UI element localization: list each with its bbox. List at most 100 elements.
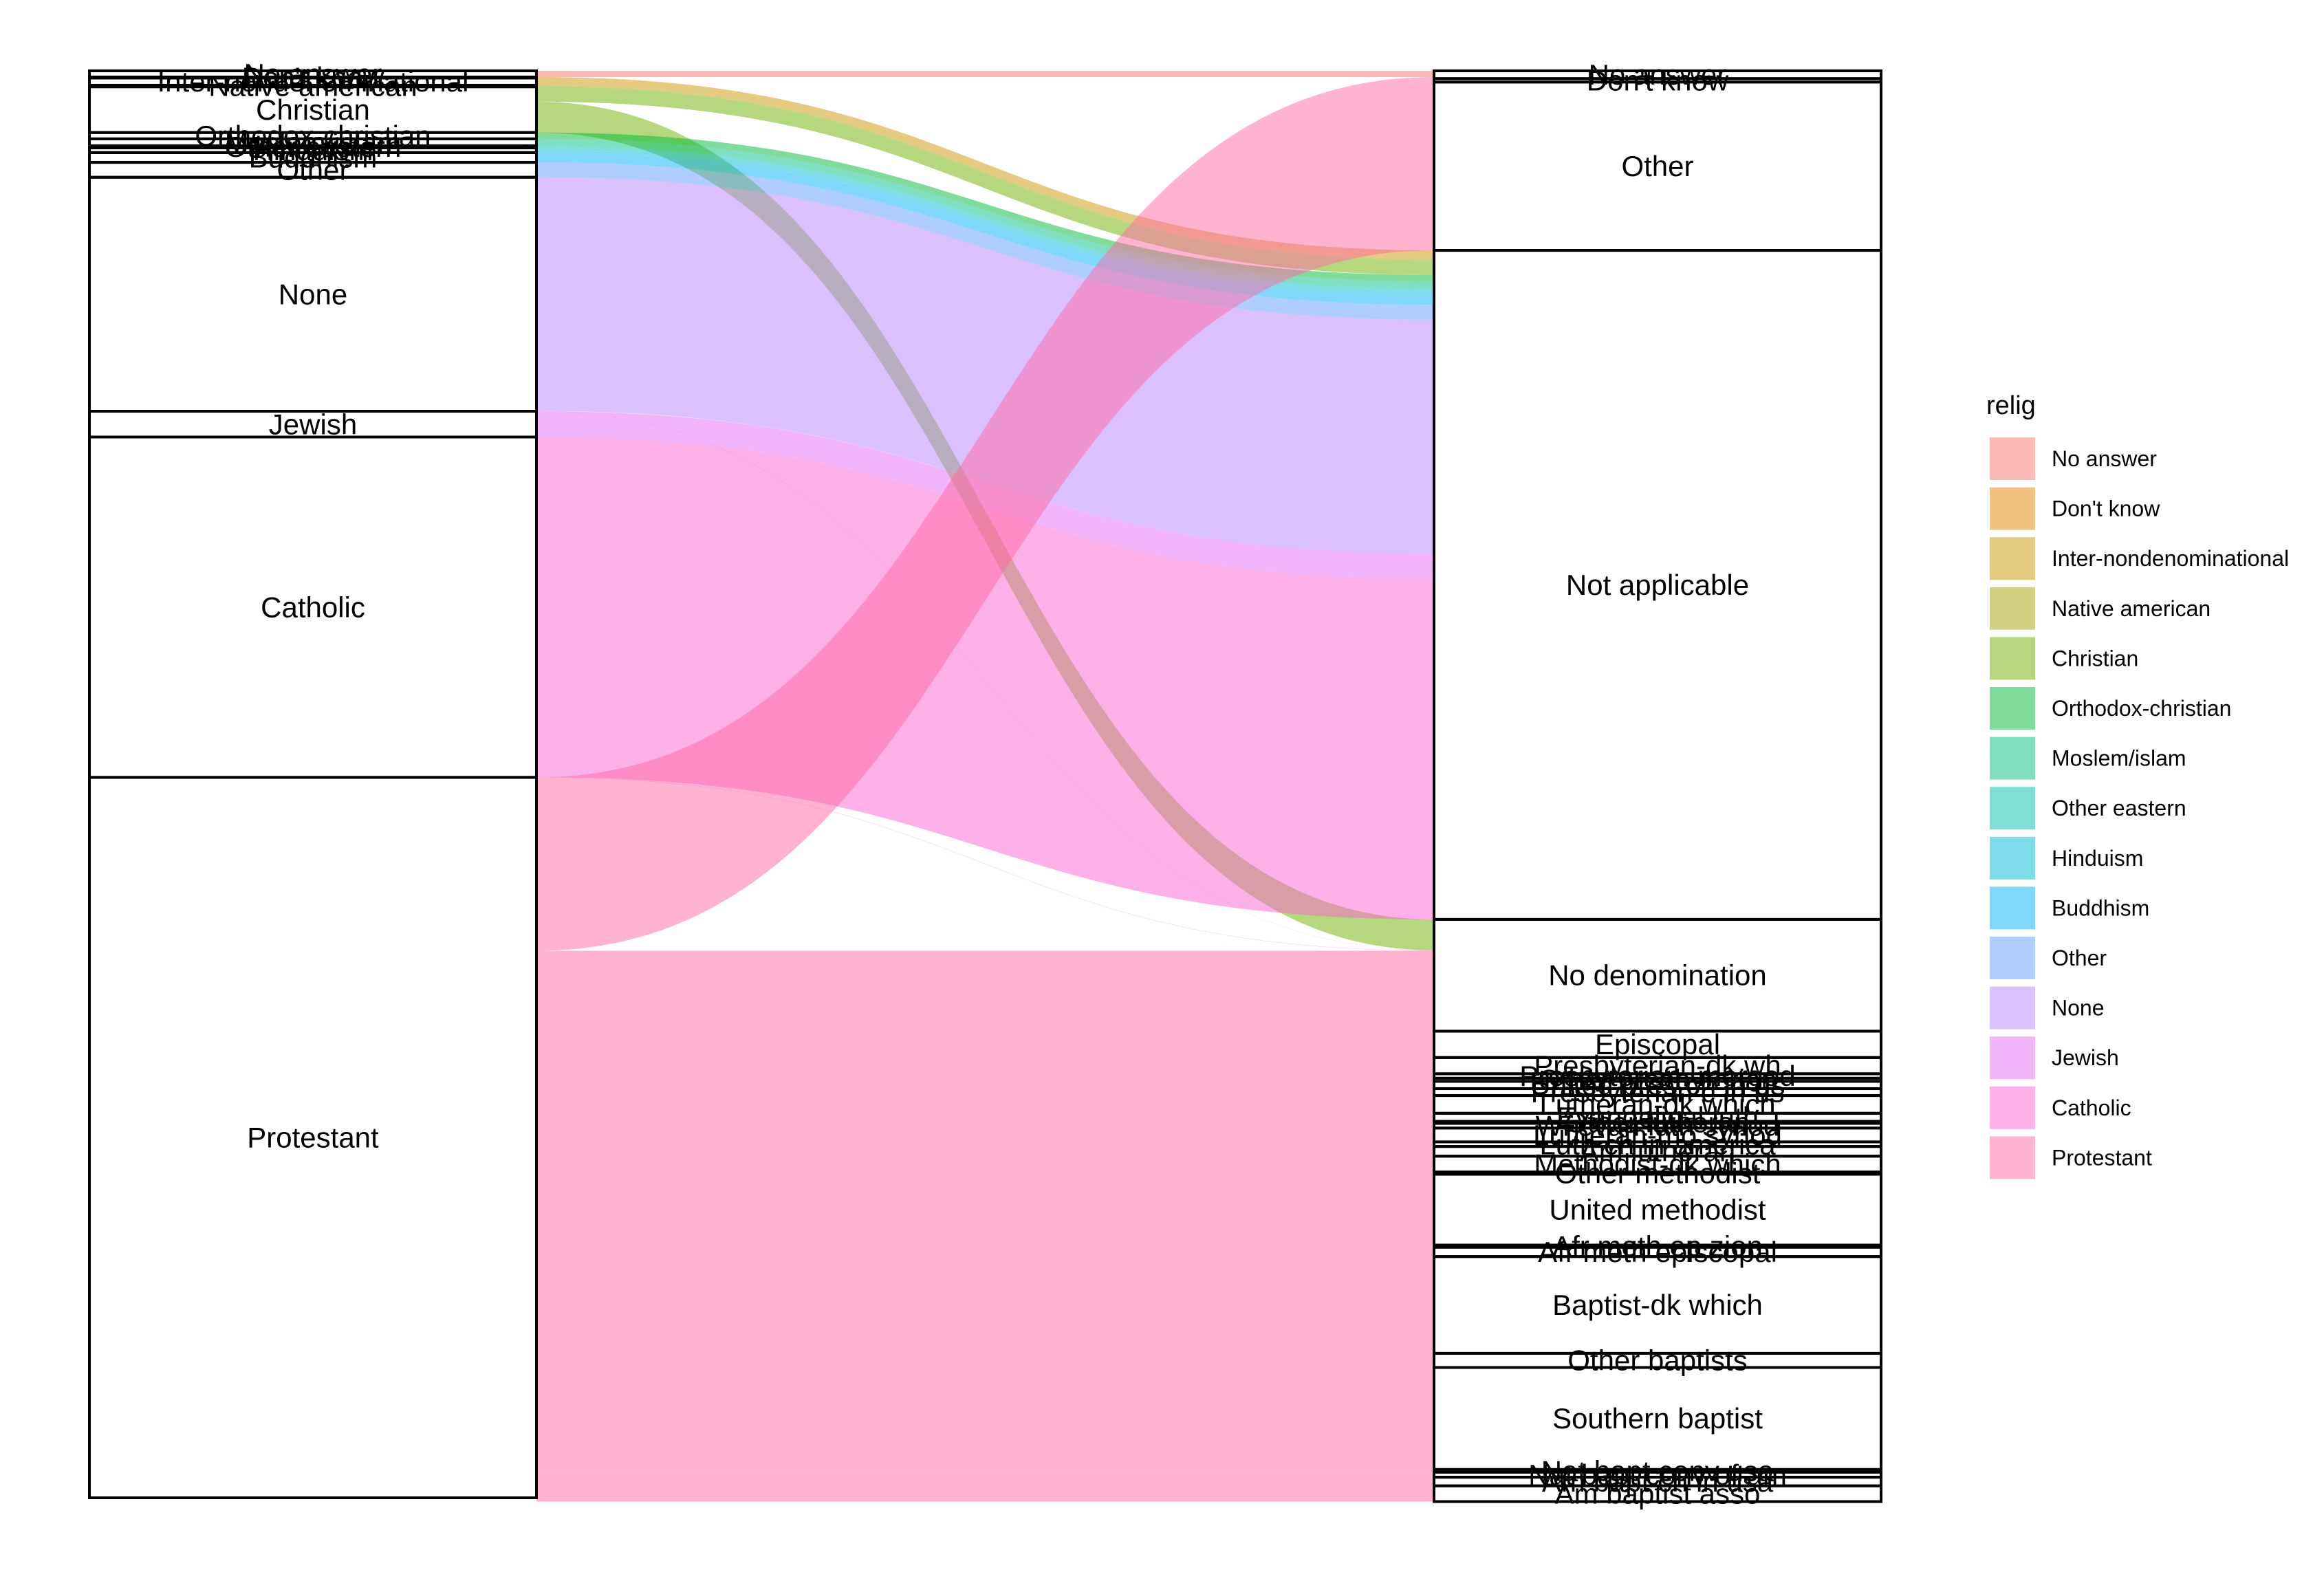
legend-item-catholic: Catholic: [1990, 1086, 2131, 1129]
stratum-label: Am baptist asso: [1555, 1478, 1761, 1510]
legend-item-jewish: Jewish: [1990, 1036, 2119, 1080]
flow-protestant-to-southern-baptist: [536, 1367, 1434, 1470]
stratum-denom-baptist-dk-which: Baptist-dk which: [1433, 1255, 1882, 1355]
flow-protestant-to-evangelical-luth: [536, 1113, 1434, 1122]
stratum-label: No denomination: [1548, 959, 1767, 992]
legend-item-hinduism: Hinduism: [1990, 836, 2143, 880]
legend-swatch: [1990, 1136, 2035, 1179]
flow-protestant-to-nat-bapt-conv-usa: [536, 1469, 1434, 1472]
legend-swatch: [1990, 1036, 2035, 1080]
stratum-relig-other: Other: [88, 153, 538, 186]
legend-item-christian: Christian: [1990, 637, 2138, 680]
legend-swatch: [1990, 687, 2035, 730]
flow-protestant-to-methodist-dk-which: [536, 1156, 1434, 1173]
legend-label: No answer: [2052, 446, 2157, 471]
legend-item-other: Other: [1990, 937, 2107, 979]
stratum-denom-afr-meth-episcopal: Afr meth episcopal: [1433, 1236, 1882, 1268]
legend-item-inter-nondenominational: Inter-nondenominational: [1990, 537, 2289, 580]
legend-item-other-eastern: Other eastern: [1990, 787, 2186, 830]
flow-protestant-to-other-lutheran: [536, 1121, 1434, 1124]
legend-item-don-t-know: Don't know: [1990, 487, 2160, 530]
legend-swatch: [1990, 1086, 2035, 1129]
stratum-label: United methodist: [1549, 1194, 1766, 1226]
legend-label: Christian: [2052, 646, 2138, 670]
stratum-relig-none: None: [88, 175, 538, 413]
legend-swatch: [1990, 937, 2035, 979]
legend-label: Protestant: [2052, 1145, 2152, 1170]
legend-swatch: [1990, 836, 2035, 880]
stratum-denom-not-applicable: Not applicable: [1433, 249, 1882, 921]
stratum-label: Catholic: [261, 591, 365, 623]
flow-protestant-to-afr-meth-episcopal: [536, 1247, 1434, 1257]
legend-label: None: [2052, 996, 2105, 1021]
flow-no-answer-to-no-answer: [536, 71, 1434, 77]
legend-item-moslem-islam: Moslem/islam: [1990, 737, 2186, 780]
stratum-relig-protestant: Protestant: [88, 776, 538, 1499]
legend-label: Buddhism: [2052, 895, 2149, 920]
flow-protestant-to-am-bapt-ch-in-usa: [536, 1477, 1434, 1486]
legend-item-buddhism: Buddhism: [1990, 886, 2149, 930]
legend-swatch: [1990, 986, 2035, 1029]
stratum-label: Southern baptist: [1552, 1402, 1763, 1435]
stratum-label: Afr meth episcopal: [1538, 1236, 1777, 1268]
flow-protestant-to-lutheran-mo-synod: [536, 1128, 1434, 1142]
stratum-label: Baptist-dk which: [1552, 1289, 1763, 1321]
flow-protestant-to-other-methodist: [536, 1172, 1434, 1175]
flow-protestant-to-united-methodist: [536, 1174, 1434, 1245]
stratum-label: None: [279, 278, 347, 310]
flow-protestant-to-presbyterian-c-in-us: [536, 1089, 1434, 1096]
legend-swatch: [1990, 637, 2035, 680]
stratum-label: Not applicable: [1566, 569, 1749, 601]
legend-label: Orthodox-christian: [2052, 696, 2231, 721]
flow-layer: [536, 71, 1434, 1502]
legend-label: Catholic: [2052, 1095, 2131, 1120]
legend-item-native-american: Native american: [1990, 587, 2211, 630]
flow-protestant-to-nat-bapt-conv-of-am: [536, 1472, 1434, 1478]
flow-protestant-to-presbyterian-dk-wh: [536, 1057, 1434, 1074]
stratum-relig-jewish: Jewish: [88, 408, 538, 440]
legend-title: relig: [1986, 391, 2036, 420]
flow-protestant-to-lutheran-dk-which: [536, 1095, 1434, 1113]
legend-swatch: [1990, 437, 2035, 480]
legend-label: Other: [2052, 946, 2107, 970]
stratum-denom-am-baptist-asso: Am baptist asso: [1433, 1478, 1882, 1510]
flow-protestant-to-presbyterian-merged: [536, 1073, 1434, 1078]
legend-label: Moslem/islam: [2052, 746, 2186, 771]
legend-swatch: [1990, 537, 2035, 580]
stratum-label: Other: [276, 153, 349, 186]
legend-swatch: [1990, 587, 2035, 630]
legend-swatch: [1990, 737, 2035, 780]
legend-label: Native american: [2052, 596, 2211, 621]
legend-label: Hinduism: [2052, 846, 2143, 871]
legend-swatch: [1990, 886, 2035, 930]
stratum-relig-catholic: Catholic: [88, 435, 538, 779]
stratum-denom-no-denomination: No denomination: [1433, 917, 1882, 1033]
legend-label: Other eastern: [2052, 796, 2186, 820]
flow-protestant-to-episcopal: [536, 1031, 1434, 1058]
legend-items: No answer Don't know Inter-nondenomination…: [1990, 437, 2289, 1179]
legend-swatch: [1990, 787, 2035, 830]
legend-item-none: None: [1990, 986, 2105, 1029]
legend-item-protestant: Protestant: [1990, 1136, 2152, 1179]
flow-protestant-to-other-presbyterian: [536, 1078, 1434, 1082]
flow-protestant-to-united-pres-ch-in-us: [536, 1081, 1434, 1089]
flow-protestant-to-no-denomination: [536, 950, 1434, 1032]
legend: relig No answer Don't know Inter-nondenomi…: [1986, 391, 2289, 1179]
stratum-denom-other: Other: [1433, 80, 1882, 252]
stratum-label: Other: [1621, 150, 1693, 182]
flow-protestant-to-afr-meth-ep-zion: [536, 1245, 1434, 1247]
alluvial-chart: No answer Don't know Inter-nondenomination…: [88, 58, 2289, 1510]
stratum-label: Don't know: [1587, 64, 1729, 96]
stratum-denom-don-t-know: Don't know: [1433, 64, 1882, 96]
legend-label: Inter-nondenominational: [2052, 546, 2289, 571]
flow-protestant-to-wi-evan-luth-synod: [536, 1123, 1434, 1129]
legend-item-orthodox-christian: Orthodox-christian: [1990, 687, 2231, 730]
legend-label: Don't know: [2052, 497, 2160, 521]
legend-label: Jewish: [2052, 1045, 2119, 1070]
stratum-label: Protestant: [247, 1122, 379, 1154]
legend-swatch: [1990, 487, 2035, 530]
flow-protestant-to-baptist-dk-which: [536, 1256, 1434, 1353]
flow-protestant-to-other-baptists: [536, 1353, 1434, 1368]
flow-protestant-to-am-baptist-asso: [536, 1485, 1434, 1502]
legend-item-no-answer: No answer: [1990, 437, 2157, 480]
